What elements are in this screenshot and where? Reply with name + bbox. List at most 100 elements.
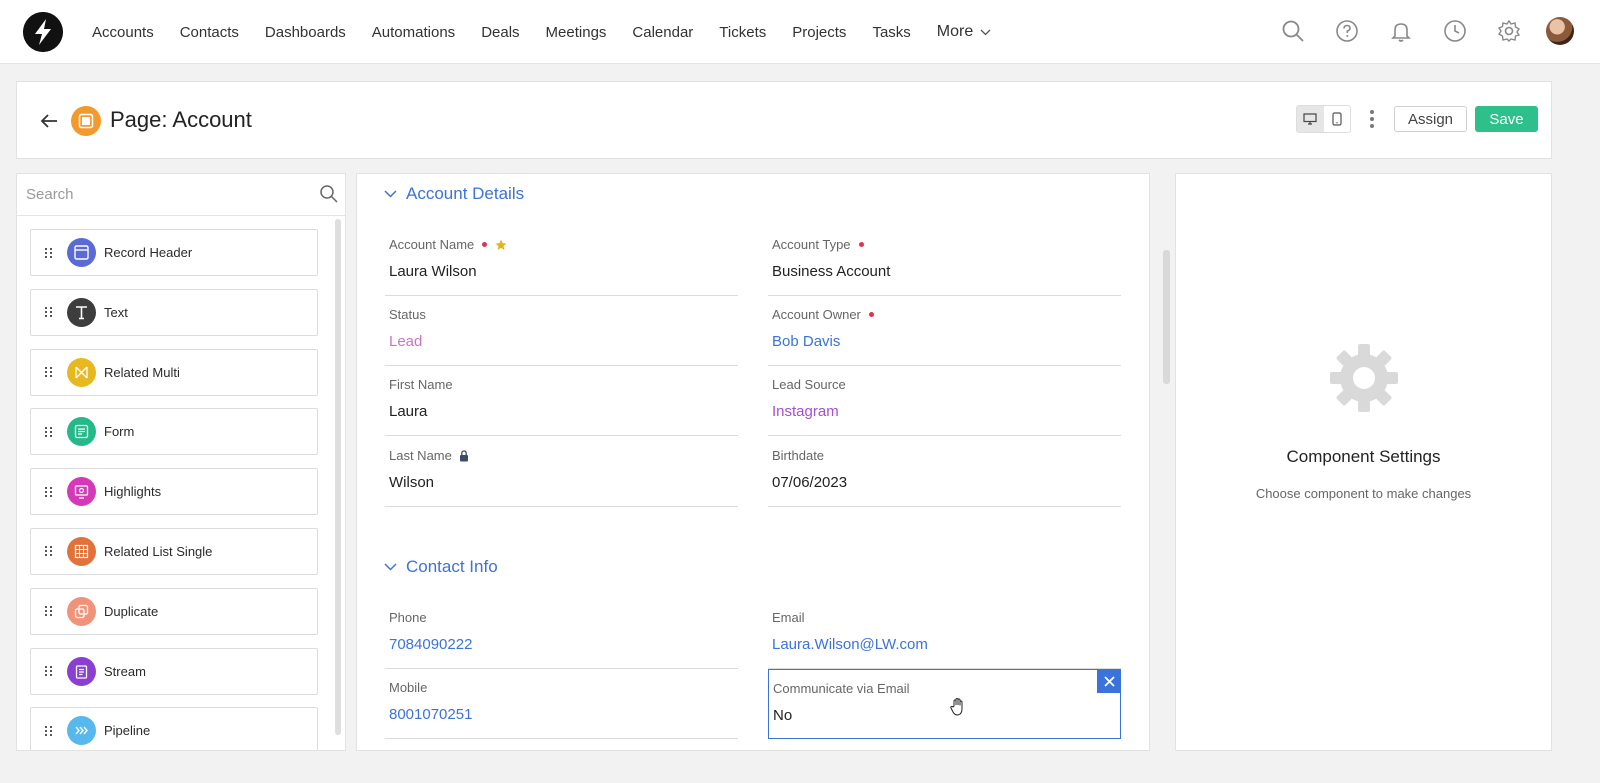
components-panel: Record Header Text Related Multi Form — [16, 173, 346, 751]
pipeline-icon — [67, 716, 96, 746]
field-phone[interactable]: Phone 7084090222 — [385, 599, 738, 669]
component-pipeline[interactable]: Pipeline — [30, 707, 318, 750]
nav-tasks[interactable]: Tasks — [872, 24, 910, 41]
component-label: Form — [104, 424, 135, 440]
field-last-name[interactable]: Last Name Wilson — [385, 437, 738, 507]
field-label: Mobile — [389, 680, 428, 695]
field-label: Account Name — [389, 237, 475, 252]
drag-handle-icon[interactable] — [45, 426, 53, 437]
logo-mark-icon — [23, 12, 63, 52]
field-value: No — [773, 707, 793, 724]
drag-handle-icon[interactable] — [45, 367, 53, 378]
close-icon — [1103, 675, 1115, 687]
related-list-icon — [67, 536, 96, 566]
required-dot-icon — [858, 242, 864, 247]
required-dot-icon — [482, 242, 488, 247]
drag-handle-icon[interactable] — [45, 546, 53, 557]
section-title: Account Details — [406, 184, 525, 203]
component-list-scrollbar[interactable] — [335, 219, 341, 735]
device-toggle — [1296, 105, 1351, 133]
search-input[interactable] — [26, 186, 306, 203]
nav-projects[interactable]: Projects — [792, 24, 846, 41]
component-label: Related List Single — [104, 543, 213, 559]
component-text[interactable]: Text — [30, 288, 318, 336]
canvas-scrollbar[interactable] — [1163, 250, 1170, 384]
assign-button[interactable]: Assign — [1394, 106, 1467, 132]
field-communicate-via-email[interactable]: Communicate via Email No — [768, 669, 1121, 739]
desktop-view-button[interactable] — [1297, 106, 1324, 132]
section-title: Contact Info — [406, 557, 498, 576]
contact-info-section-toggle[interactable]: Contact Info — [384, 557, 498, 577]
nav-dashboards[interactable]: Dashboards — [265, 24, 346, 41]
drag-handle-icon[interactable] — [45, 307, 53, 318]
account-details-section-toggle[interactable]: Account Details — [384, 184, 524, 204]
component-duplicate[interactable]: Duplicate — [30, 587, 318, 635]
user-avatar[interactable] — [1546, 17, 1574, 45]
gear-icon — [1330, 344, 1398, 412]
field-email[interactable]: Email Laura.Wilson@LW.com — [768, 599, 1121, 669]
component-form[interactable]: Form — [30, 408, 318, 456]
text-icon — [67, 297, 96, 327]
nav-meetings[interactable]: Meetings — [546, 24, 607, 41]
desktop-icon — [1303, 113, 1317, 125]
lock-icon — [459, 449, 468, 461]
drag-handle-icon[interactable] — [45, 725, 53, 736]
component-search — [17, 174, 345, 216]
component-label: Related Multi — [104, 364, 180, 380]
more-options-icon[interactable] — [1362, 107, 1382, 131]
field-birthdate[interactable]: Birthdate 07/06/2023 — [768, 437, 1121, 507]
chevron-down-icon — [980, 29, 991, 35]
layout-canvas: Account Details Account Name Laura Wilso… — [356, 173, 1150, 751]
field-status[interactable]: Status Lead — [385, 296, 738, 366]
field-label: Last Name — [389, 448, 452, 463]
component-highlights[interactable]: Highlights — [30, 468, 318, 516]
nav-deals[interactable]: Deals — [481, 24, 519, 41]
field-account-owner[interactable]: Account Owner Bob Davis — [768, 296, 1121, 366]
nav-accounts[interactable]: Accounts — [92, 24, 154, 41]
field-account-type[interactable]: Account Type Business Account — [768, 226, 1121, 296]
drag-handle-icon[interactable] — [45, 606, 53, 617]
gear-icon[interactable] — [1492, 14, 1526, 48]
field-account-name[interactable]: Account Name Laura Wilson — [385, 226, 738, 296]
back-arrow-icon[interactable] — [38, 110, 60, 132]
drag-handle-icon[interactable] — [45, 666, 53, 677]
help-icon[interactable] — [1330, 14, 1364, 48]
search-icon[interactable] — [1276, 14, 1310, 48]
field-value: Wilson — [389, 474, 435, 491]
component-label: Record Header — [104, 245, 193, 260]
search-icon[interactable] — [319, 184, 339, 204]
nav-contacts[interactable]: Contacts — [180, 24, 239, 41]
field-value: 7084090222 — [389, 636, 473, 653]
duplicate-icon — [67, 596, 96, 626]
remove-field-button[interactable] — [1097, 669, 1121, 693]
mobile-view-button[interactable] — [1324, 106, 1351, 132]
component-related-multi[interactable]: Related Multi — [30, 348, 318, 396]
app-logo[interactable] — [23, 12, 63, 52]
save-button[interactable]: Save — [1475, 106, 1538, 132]
drag-handle-icon[interactable] — [45, 247, 53, 258]
bell-icon[interactable] — [1384, 14, 1418, 48]
nav-links: Accounts Contacts Dashboards Automations… — [92, 0, 991, 64]
stream-icon — [67, 656, 96, 686]
field-label: Communicate via Email — [773, 681, 910, 696]
component-label: Text — [104, 304, 128, 320]
field-label: Account Owner — [772, 307, 861, 322]
field-lead-source[interactable]: Lead Source Instagram — [768, 366, 1121, 436]
field-label: Birthdate — [772, 448, 825, 463]
required-dot-icon — [868, 312, 874, 317]
field-value: 8001070251 — [389, 706, 473, 723]
component-record-header[interactable]: Record Header — [30, 229, 318, 276]
component-related-list-single[interactable]: Related List Single — [30, 527, 318, 575]
field-label: First Name — [389, 377, 453, 392]
drag-handle-icon[interactable] — [45, 486, 53, 497]
clock-icon[interactable] — [1438, 14, 1472, 48]
nav-tickets[interactable]: Tickets — [719, 24, 766, 41]
component-stream[interactable]: Stream — [30, 647, 318, 695]
field-mobile[interactable]: Mobile 8001070251 — [385, 669, 738, 739]
nav-automations[interactable]: Automations — [372, 24, 455, 41]
field-value: Laura Wilson — [389, 263, 477, 280]
field-first-name[interactable]: First Name Laura — [385, 366, 738, 436]
component-label: Highlights — [104, 484, 162, 500]
nav-more[interactable]: More — [937, 23, 991, 41]
nav-calendar[interactable]: Calendar — [632, 24, 693, 41]
